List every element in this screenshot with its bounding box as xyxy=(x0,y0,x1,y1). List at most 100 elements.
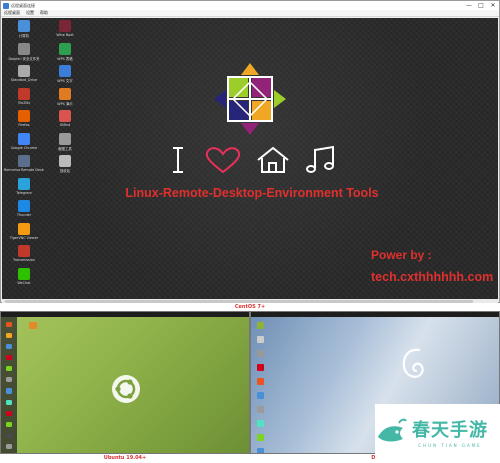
dock-app-icon[interactable] xyxy=(6,322,12,328)
desktop-icon-thunder[interactable]: Thunder xyxy=(4,200,44,223)
ubuntu-dock xyxy=(1,317,17,453)
watermark-main: 春天手游 xyxy=(412,419,488,440)
dock-app-icon[interactable] xyxy=(6,399,12,405)
remote-desktop-icon xyxy=(3,2,9,9)
wechat-icon xyxy=(18,267,30,280)
power-by-site: tech.cxthhhhhh.com xyxy=(371,270,494,284)
dock-app-icon[interactable] xyxy=(6,421,12,427)
title-bar: 远程桌面连接 — □ ✕ xyxy=(1,1,499,10)
debian-desktop-icon[interactable] xyxy=(257,322,264,329)
dock-app-icon[interactable] xyxy=(6,388,12,394)
desktop-icons-right: Wine Boot WPS 表格 WPS 文字 WPS 演示 XMind 截图工具回收站 xyxy=(45,20,85,178)
dock-app-icon[interactable] xyxy=(6,366,12,372)
menu-settings[interactable]: 设置 xyxy=(23,10,37,16)
debian-desktop-icon[interactable] xyxy=(257,336,264,343)
dock-app-icon[interactable] xyxy=(6,432,12,438)
remmina-icon xyxy=(18,155,30,167)
firefox-icon xyxy=(18,110,30,122)
menu-remote-desktop[interactable]: 远程桌面 xyxy=(1,10,23,16)
desktop-icon-computer[interactable]: 计算机 xyxy=(4,20,44,43)
desktop-icon-wps-sheet[interactable]: WPS 表格 xyxy=(45,42,85,66)
desktop-icon-label: Telegram xyxy=(16,190,32,195)
ubuntu-logo xyxy=(112,375,140,403)
dock-app-icon[interactable] xyxy=(6,333,12,339)
desktop-icon-label: Standard_Drive xyxy=(10,78,38,82)
desktop-icon-label: Firefox xyxy=(18,123,30,127)
horizontal-scrollbar[interactable] xyxy=(2,299,498,303)
desktop-icons-left: 计算机 Dolphin 安全文件夹 Standard_Drive FileZilla F… xyxy=(4,20,44,290)
dock-app-icon[interactable] xyxy=(6,355,12,361)
debian-desktop-icon[interactable] xyxy=(257,364,264,371)
desktop-icon-label: WeChat xyxy=(17,280,31,285)
desktop-icon-label: 计算机 xyxy=(18,34,30,38)
desktop-icon-wechat[interactable]: WeChat xyxy=(4,267,44,291)
desktop-icon-label: WPS 表格 xyxy=(57,56,73,61)
desktop-icon-xmind[interactable]: XMind xyxy=(45,110,85,133)
desktop-icon-label: XMind xyxy=(59,123,71,127)
close-button[interactable]: ✕ xyxy=(487,1,499,10)
desktop-icon-transmission[interactable]: Transmission xyxy=(4,245,44,268)
watermark-sub: CHUN TIAN GAME xyxy=(418,442,482,448)
desktop-icon-firefox[interactable]: Firefox xyxy=(4,110,44,133)
computer-icon xyxy=(18,20,30,32)
desktop-icon-filezilla[interactable]: FileZilla xyxy=(4,87,44,111)
trash-icon xyxy=(59,155,71,167)
desktop-icon-wine[interactable]: Wine Boot xyxy=(45,20,85,43)
desktop-icon-label: Transmission xyxy=(13,258,35,262)
telegram-icon xyxy=(18,177,30,190)
wps-sheet-icon xyxy=(59,42,71,55)
desktop-icon-wps-slides[interactable]: WPS 演示 xyxy=(45,87,85,111)
debian-desktop-icon[interactable] xyxy=(257,434,264,441)
desktop-icon-label: WPS 演示 xyxy=(57,101,73,106)
debian-desktop-icon[interactable] xyxy=(257,392,264,399)
drive-icon xyxy=(18,65,30,77)
desktop-icon-chrome[interactable]: Google Chrome xyxy=(4,132,44,156)
desktop-icon-label: 截图工具 xyxy=(58,146,72,151)
desktop-icon-drive[interactable]: Standard_Drive xyxy=(4,65,44,88)
debian-desktop-icon[interactable] xyxy=(257,406,264,413)
desktop-icon-tigervnc[interactable]: TigerVNC Viewer xyxy=(4,222,44,246)
watermark-text: 春天手游 CHUN TIAN GAME xyxy=(412,416,488,448)
wps-writer-icon xyxy=(59,65,71,77)
desktop-icon-folder[interactable]: Dolphin 安全文件夹 xyxy=(4,42,44,66)
desktop-icon-label: Dolphin 安全文件夹 xyxy=(8,56,40,61)
desktop-icon-trash[interactable]: 回收站 xyxy=(45,155,85,178)
screenshot-icon xyxy=(59,132,71,145)
home-folder-icon[interactable] xyxy=(29,322,37,329)
dock-app-icon[interactable] xyxy=(6,377,12,383)
centos-desktop: 计算机 Dolphin 安全文件夹 Standard_Drive FileZilla F… xyxy=(2,18,498,299)
menu-help[interactable]: 帮助 xyxy=(37,10,51,16)
wps-slides-icon xyxy=(59,87,71,100)
debian-desktop-icon[interactable] xyxy=(257,378,264,385)
ubuntu-desktop-window xyxy=(0,311,250,454)
dock-app-icon[interactable] xyxy=(6,344,12,350)
centos-logo xyxy=(214,63,286,135)
tigervnc-icon xyxy=(18,222,30,235)
debian-desktop-icon[interactable] xyxy=(257,350,264,357)
caption-ubuntu: Ubuntu 19.04+ xyxy=(103,455,147,461)
home-icon xyxy=(257,146,289,173)
dock-app-icon[interactable] xyxy=(6,443,12,449)
debian-desktop-icon[interactable] xyxy=(257,448,264,453)
desktop-icon-telegram[interactable]: Telegram xyxy=(4,177,44,201)
watermark-logo-icon xyxy=(378,418,407,441)
desktop-icon-label: Thunder xyxy=(16,213,32,217)
maximize-button[interactable]: □ xyxy=(475,1,487,10)
desktop-icon-label: TigerVNC Viewer xyxy=(9,235,39,240)
minimize-button[interactable]: — xyxy=(463,1,475,10)
desktop-icon-wps-writer[interactable]: WPS 文字 xyxy=(45,65,85,88)
scrollbar-thumb[interactable] xyxy=(5,299,473,303)
folder-icon xyxy=(18,42,30,55)
dock-app-icon[interactable] xyxy=(6,410,12,416)
debian-desktop-icon[interactable] xyxy=(257,420,264,427)
desktop-icon-remmina[interactable]: Remmina Remote Desktop Client xyxy=(4,155,44,178)
xmind-icon xyxy=(59,110,71,122)
desktop-icon-label: 回收站 xyxy=(59,169,71,173)
debian-swirl-logo xyxy=(402,348,424,378)
filezilla-icon xyxy=(18,87,30,100)
debian-desktop-icons xyxy=(257,322,264,453)
caption-centos: CentOS 7+ xyxy=(234,304,266,310)
desktop-icon-label: FileZilla xyxy=(17,100,31,105)
heart-icon xyxy=(205,147,241,174)
desktop-icon-screenshot[interactable]: 截图工具 xyxy=(45,132,85,156)
